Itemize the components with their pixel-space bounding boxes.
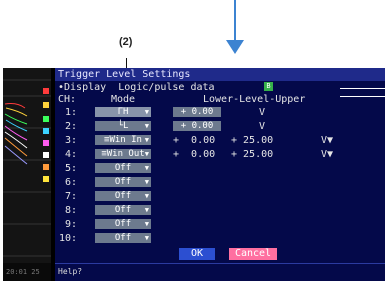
- help-bar: Help?: [55, 263, 385, 281]
- channel-number: 10:: [58, 233, 77, 244]
- trigger-mode-value: Off: [114, 205, 132, 215]
- channel-row: 5: Off ▼: [55, 162, 385, 175]
- dialog-title: Trigger Level Settings: [55, 68, 385, 81]
- down-arrow-icon: [226, 40, 244, 54]
- channel-row: 3: ≡Win In ▼ + 0.00 + 25.00 V▼: [55, 134, 385, 147]
- trigger-mode-select[interactable]: Off ▼: [95, 163, 151, 173]
- pointer-line-1: [340, 88, 385, 89]
- chevron-down-icon: ▼: [144, 150, 149, 158]
- trigger-mode-value: Off: [114, 163, 132, 173]
- chevron-down-icon: ▼: [144, 122, 149, 130]
- channel-number: 4:: [64, 149, 77, 160]
- trigger-mode-select[interactable]: Off ▼: [95, 219, 151, 229]
- trigger-mode-value: Off: [114, 219, 132, 229]
- trigger-mode-select[interactable]: Off ▼: [95, 191, 151, 201]
- upper-level-value[interactable]: + 25.00: [231, 135, 273, 146]
- channel-row: 1: ΓH ▼ + 0.00 V: [55, 106, 385, 119]
- lower-level-value[interactable]: + 0.00: [173, 107, 221, 117]
- display-logic-pulse-option[interactable]: •Display Logic/pulse data: [58, 82, 215, 94]
- channel-row: 10: Off ▼: [55, 232, 385, 245]
- chevron-down-icon: ▼: [144, 178, 149, 186]
- trigger-mode-value: ≡Win Out: [101, 149, 145, 159]
- unit-label: V: [259, 121, 266, 132]
- trigger-mode-value: Off: [114, 191, 132, 201]
- trigger-mode-value: ΓH: [117, 107, 129, 117]
- channel-number: 3:: [64, 135, 77, 146]
- trigger-mode-select[interactable]: Off ▼: [95, 177, 151, 187]
- cancel-button[interactable]: Cancel: [229, 248, 277, 260]
- lower-level-value[interactable]: + 0.00: [173, 149, 215, 160]
- channel-table: 1: ΓH ▼ + 0.00 V 2: └L ▼ + 0.00 V 3: ≡Win In ▼ + 0.00…: [55, 106, 385, 246]
- chevron-down-icon: ▼: [144, 220, 149, 228]
- waveform-traces: [3, 68, 51, 263]
- trigger-mode-value: └L: [117, 121, 129, 131]
- channel-row: 6: Off ▼: [55, 176, 385, 189]
- channel-row: 2: └L ▼ + 0.00 V: [55, 120, 385, 133]
- callout-label: (2): [119, 36, 133, 48]
- channel-row: 4: ≡Win Out ▼ + 0.00 + 25.00 V▼: [55, 148, 385, 161]
- chevron-down-icon: ▼: [144, 164, 149, 172]
- trigger-mode-value: ≡Win In: [104, 135, 142, 145]
- lower-level-value[interactable]: + 0.00: [173, 135, 215, 146]
- channel-row: 7: Off ▼: [55, 190, 385, 203]
- channel-number: 5:: [64, 163, 77, 174]
- pointer-line-2: [340, 96, 385, 97]
- chevron-down-icon: ▼: [144, 192, 149, 200]
- device-screen: 20:01 25 Trigger Level Settings •Display…: [3, 68, 385, 281]
- trigger-mode-select[interactable]: └L ▼: [95, 121, 151, 131]
- trigger-mode-select[interactable]: ≡Win Out ▼: [95, 149, 151, 159]
- trigger-mode-select[interactable]: Off ▼: [95, 205, 151, 215]
- trigger-mode-value: Off: [114, 177, 132, 187]
- upper-level-value[interactable]: + 25.00: [231, 149, 273, 160]
- waveform-time: 20:01 25: [3, 263, 51, 281]
- channel-number: 9:: [64, 219, 77, 230]
- channel-number: 8:: [64, 205, 77, 216]
- trigger-mode-select[interactable]: Off ▼: [95, 233, 151, 243]
- channel-number: 1:: [64, 107, 77, 118]
- chevron-down-icon: ▼: [144, 108, 149, 116]
- waveform-panel: [3, 68, 51, 263]
- unit-label: V▼: [321, 135, 334, 146]
- trigger-level-dialog: Trigger Level Settings •Display Logic/pu…: [55, 68, 385, 281]
- arrow-shaft: [234, 0, 236, 44]
- ok-button[interactable]: OK: [179, 248, 215, 260]
- display-badge[interactable]: B: [264, 82, 273, 91]
- channel-number: 6:: [64, 177, 77, 188]
- channel-row: 9: Off ▼: [55, 218, 385, 231]
- trigger-mode-select[interactable]: ≡Win In ▼: [95, 135, 151, 145]
- channel-row: 8: Off ▼: [55, 204, 385, 217]
- chevron-down-icon: ▼: [144, 234, 149, 242]
- lower-level-value[interactable]: + 0.00: [173, 121, 221, 131]
- header-ch: CH:: [58, 94, 77, 105]
- chevron-down-icon: ▼: [144, 136, 149, 144]
- channel-number: 2:: [64, 121, 77, 132]
- header-level: Lower-Level-Upper: [203, 94, 306, 105]
- chevron-down-icon: ▼: [144, 206, 149, 214]
- trigger-mode-select[interactable]: ΓH ▼: [95, 107, 151, 117]
- channel-number: 7:: [64, 191, 77, 202]
- unit-label: V: [259, 107, 266, 118]
- unit-label: V▼: [321, 149, 334, 160]
- header-mode: Mode: [111, 94, 136, 105]
- trigger-mode-value: Off: [114, 233, 132, 243]
